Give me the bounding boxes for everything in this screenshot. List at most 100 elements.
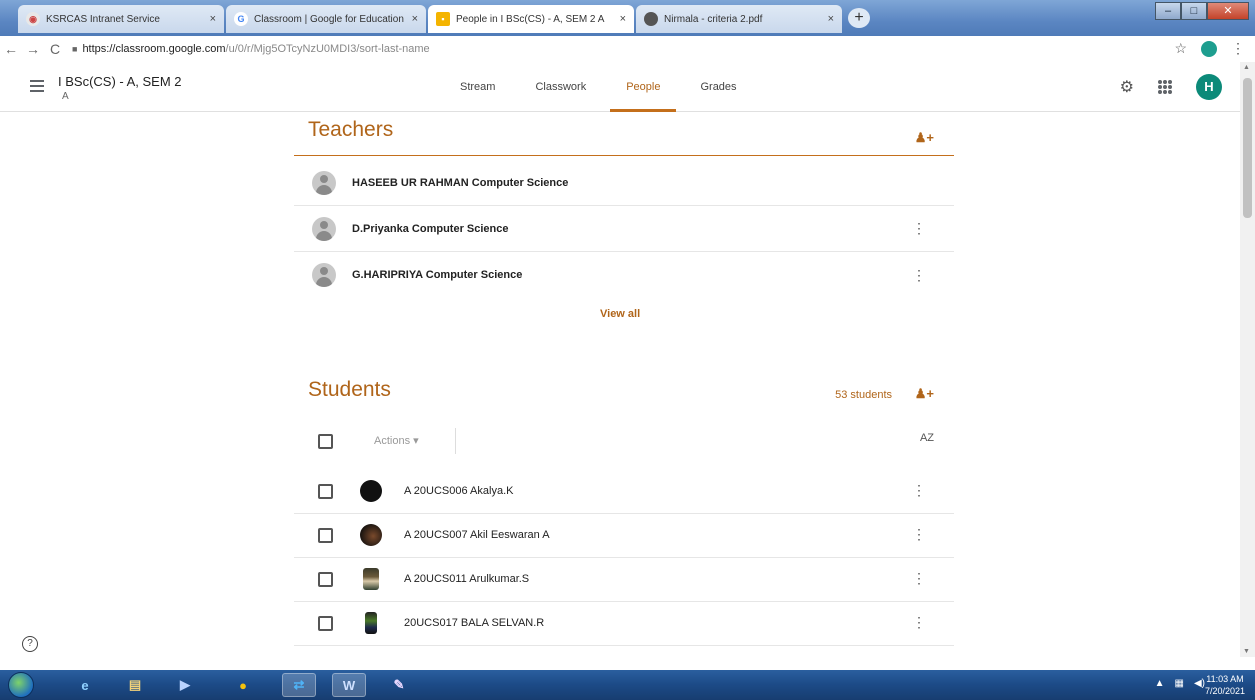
browser-tab[interactable]: ◉ KSRCAS Intranet Service × — [18, 5, 224, 33]
close-tab-icon[interactable]: × — [412, 13, 418, 25]
teachers-section-header: Teachers ♟+ — [294, 116, 954, 156]
class-name[interactable]: I BSc(CS) - A, SEM 2 — [58, 74, 182, 89]
avatar — [365, 612, 377, 634]
more-options-icon[interactable]: ⋮ — [912, 267, 926, 284]
file-explorer-icon[interactable]: ▤ — [118, 673, 152, 697]
browser-tab[interactable]: Nirmala - criteria 2.pdf × — [636, 5, 842, 33]
student-row: A 20UCS006 Akalya.K ⋮ — [294, 470, 954, 514]
start-button[interactable] — [8, 672, 34, 698]
url-host: https://classroom.google.com — [82, 43, 226, 55]
new-tab-button[interactable]: + — [848, 8, 870, 28]
lock-icon: ■ — [72, 44, 78, 54]
show-hidden-icons-icon[interactable]: ▲ — [1155, 678, 1165, 689]
close-tab-icon[interactable]: × — [828, 13, 834, 25]
teacher-row: D.Priyanka Computer Science ⋮ — [294, 206, 954, 252]
avatar — [312, 216, 336, 241]
student-name: A 20UCS011 Arulkumar.S — [404, 573, 530, 585]
window-controls: – □ ✕ — [1155, 2, 1249, 20]
extension-icon[interactable] — [1201, 40, 1217, 57]
more-options-icon[interactable]: ⋮ — [912, 526, 926, 543]
student-checkbox[interactable] — [318, 484, 333, 499]
browser-tab-active[interactable]: ▪ People in I BSc(CS) - A, SEM 2 A × — [428, 5, 634, 33]
close-tab-icon[interactable]: × — [620, 13, 626, 25]
student-checkbox[interactable] — [318, 616, 333, 631]
caret-down-icon: ▾ — [413, 435, 419, 447]
sort-az-icon[interactable]: AZ — [920, 432, 934, 444]
google-apps-icon[interactable] — [1158, 80, 1172, 94]
teacher-name: G.HARIPRIYA Computer Science — [352, 269, 523, 281]
back-icon[interactable]: ← — [0, 41, 22, 57]
tab-title: KSRCAS Intranet Service — [46, 13, 160, 25]
network-icon[interactable]: ▦ — [1175, 678, 1184, 689]
reload-icon[interactable]: C — [44, 41, 66, 57]
clock-date: 7/20/2021 — [1204, 686, 1245, 696]
system-clock[interactable]: 11:03 AM 7/20/2021 — [1205, 673, 1245, 697]
bookmark-star-icon[interactable]: ☆ — [1174, 40, 1187, 57]
teacher-name: D.Priyanka Computer Science — [352, 222, 509, 235]
more-options-icon[interactable]: ⋮ — [912, 570, 926, 587]
close-window-icon[interactable]: ✕ — [1207, 2, 1249, 20]
student-actions-bar: Actions ▾ AZ — [294, 422, 954, 464]
actions-dropdown[interactable]: Actions ▾ — [360, 428, 456, 454]
system-tray: ▲ ▦ ◀) — [1155, 678, 1205, 689]
settings-gear-icon[interactable]: ⚙ — [1120, 77, 1134, 97]
forward-icon[interactable]: → — [22, 41, 44, 57]
close-tab-icon[interactable]: × — [210, 13, 216, 25]
student-name: A 20UCS007 Akil Eeswaran A — [404, 529, 550, 541]
teamviewer-icon[interactable]: ⇄ — [282, 673, 316, 697]
more-options-icon[interactable]: ⋮ — [912, 614, 926, 631]
avatar — [360, 524, 382, 546]
classroom-header: I BSc(CS) - A, SEM 2 A Stream Classwork … — [0, 62, 1240, 112]
word-icon[interactable]: W — [332, 673, 366, 697]
tab-stream[interactable]: Stream — [440, 62, 515, 112]
view-all-link[interactable]: View all — [600, 308, 640, 320]
maximize-icon[interactable]: □ — [1181, 2, 1207, 20]
globe-icon — [644, 12, 658, 26]
students-title: Students — [308, 378, 391, 401]
tab-classwork[interactable]: Classwork — [515, 62, 606, 112]
avatar — [312, 263, 336, 287]
minimize-icon[interactable]: – — [1155, 2, 1181, 20]
help-icon[interactable]: ? — [22, 636, 38, 652]
google-icon: G — [234, 12, 248, 26]
account-avatar[interactable]: H — [1196, 74, 1222, 100]
browser-menu-icon[interactable]: ⋮ — [1231, 40, 1245, 57]
invite-teacher-icon[interactable]: ♟+ — [915, 130, 934, 146]
tab-title: Classroom | Google for Education — [254, 13, 404, 25]
scroll-thumb[interactable] — [1243, 78, 1252, 218]
class-nav-tabs: Stream Classwork People Grades — [440, 62, 757, 112]
teacher-name: HASEEB UR RAHMAN Computer Science — [352, 176, 569, 189]
student-checkbox[interactable] — [318, 528, 333, 543]
url-path: /u/0/r/Mjg5OTcyNzU0MDI3/sort-last-name — [225, 43, 430, 55]
teachers-title: Teachers — [308, 118, 394, 141]
url-field[interactable]: ■ https://classroom.google.com/u/0/r/Mjg… — [72, 43, 430, 55]
main-menu-icon[interactable] — [30, 80, 44, 95]
select-all-checkbox[interactable] — [318, 434, 333, 449]
page-scrollbar[interactable]: ▲ ▼ — [1240, 62, 1255, 657]
scroll-down-icon[interactable]: ▼ — [1243, 648, 1250, 655]
paint-icon[interactable]: ✎ — [382, 673, 416, 697]
media-player-icon[interactable]: ▶ — [168, 673, 202, 697]
student-row: A 20UCS011 Arulkumar.S ⋮ — [294, 558, 954, 602]
teacher-row: G.HARIPRIYA Computer Science ⋮ — [294, 252, 954, 298]
actions-label: Actions — [374, 435, 411, 447]
teacher-row: HASEEB UR RAHMAN Computer Science — [294, 160, 954, 206]
invite-student-icon[interactable]: ♟+ — [915, 386, 934, 402]
tab-grades[interactable]: Grades — [680, 62, 756, 112]
browser-tab[interactable]: G Classroom | Google for Education × — [226, 5, 426, 33]
address-bar: ← → C ■ https://classroom.google.com/u/0… — [0, 36, 1255, 62]
more-options-icon[interactable]: ⋮ — [912, 220, 926, 237]
volume-icon[interactable]: ◀) — [1194, 678, 1205, 689]
windows-taskbar: e ▤ ▶ ● ⇄ W ✎ ▲ ▦ ◀) 11:03 AM 7/20/2021 — [0, 670, 1255, 700]
student-row: A 20UCS007 Akil Eeswaran A ⋮ — [294, 514, 954, 558]
tab-title: People in I BSc(CS) - A, SEM 2 A — [456, 13, 605, 25]
scroll-up-icon[interactable]: ▲ — [1243, 64, 1250, 71]
class-section: A — [62, 91, 69, 102]
more-options-icon[interactable]: ⋮ — [912, 482, 926, 499]
browser-tab-strip: ◉ KSRCAS Intranet Service × G Classroom … — [0, 0, 1255, 36]
internet-explorer-icon[interactable]: e — [68, 673, 102, 697]
tab-people[interactable]: People — [606, 62, 680, 112]
chrome-icon[interactable]: ● — [226, 673, 260, 697]
classroom-icon: ▪ — [436, 12, 450, 26]
student-checkbox[interactable] — [318, 572, 333, 587]
